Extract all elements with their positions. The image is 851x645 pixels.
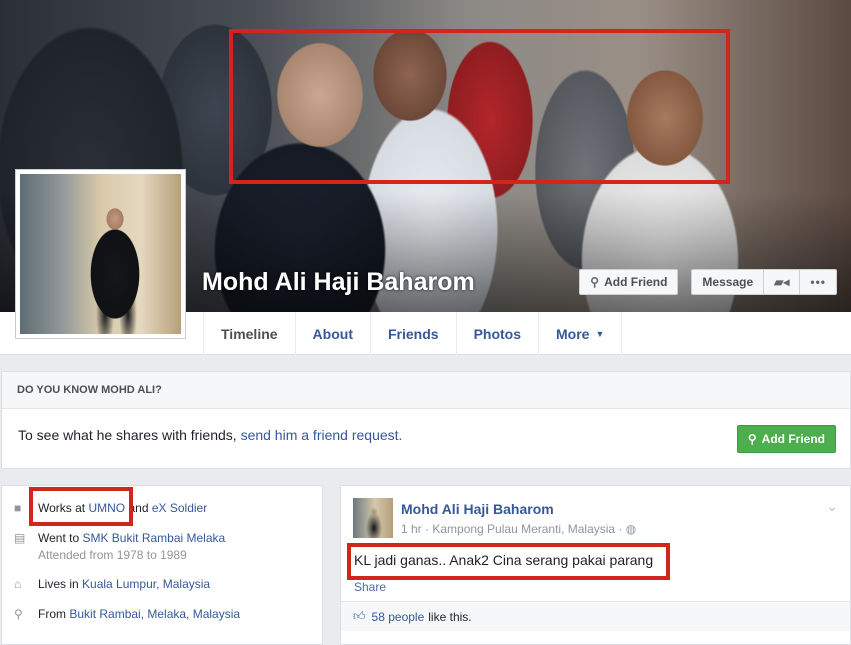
intro-education: ▤ Went to SMK Bukit Rambai Melaka Attend… — [14, 531, 225, 562]
do-you-know-card: DO YOU KNOW MOHD ALI? To see what he sha… — [1, 371, 851, 469]
tab-timeline[interactable]: Timeline — [203, 312, 296, 355]
tab-timeline-label: Timeline — [221, 325, 278, 342]
location-pin-icon: ⚲ — [14, 607, 23, 621]
tab-about-label: About — [312, 325, 353, 342]
post-avatar[interactable] — [353, 498, 393, 538]
from-link[interactable]: Bukit Rambai, Melaka, Malaysia — [69, 607, 240, 621]
chevron-down-icon[interactable]: ⌄ — [826, 498, 838, 515]
likes-suffix: like this. — [428, 609, 472, 624]
school-link[interactable]: SMK Bukit Rambai Melaka — [82, 531, 225, 545]
do-you-know-message: To see what he shares with friends, — [18, 427, 241, 443]
intro-lives-text: Lives in Kuala Lumpur, Malaysia — [38, 577, 210, 591]
tab-more[interactable]: More ▼ — [539, 312, 623, 355]
intro-from-text: From Bukit Rambai, Melaka, Malaysia — [38, 607, 240, 621]
video-call-button[interactable]: ▰◂ — [763, 269, 801, 295]
video-camera-icon: ▰◂ — [774, 275, 790, 289]
tab-friends[interactable]: Friends — [371, 312, 457, 355]
message-button[interactable]: Message — [691, 269, 765, 295]
tab-photos-label: Photos — [473, 325, 522, 342]
caret-down-icon: ▼ — [595, 328, 605, 339]
highlight-annotation-cover — [229, 29, 730, 184]
add-friend-green-label: Add Friend — [761, 432, 825, 446]
home-icon: ⌂ — [14, 577, 22, 591]
thumbs-up-icon: 👍︎ — [353, 609, 366, 623]
add-friend-label: Add Friend — [604, 275, 668, 289]
add-friend-green-button[interactable]: ⚲ Add Friend — [736, 425, 836, 453]
tab-about[interactable]: About — [296, 312, 371, 355]
intro-lives: ⌂ Lives in Kuala Lumpur, Malaysia — [14, 577, 210, 591]
do-you-know-header: DO YOU KNOW MOHD ALI? — [2, 372, 850, 409]
add-friend-icon: ⚲ — [590, 275, 600, 289]
intro-school-prefix: Went to — [38, 531, 83, 545]
intro-lives-prefix: Lives in — [38, 577, 83, 591]
do-you-know-text: To see what he shares with friends, send… — [18, 427, 402, 443]
nav-tabs: Timeline About Friends Photos More ▼ — [203, 312, 623, 355]
intro-from: ⚲ From Bukit Rambai, Melaka, Malaysia — [14, 607, 240, 621]
cover-actions: ⚲ Add Friend Message ▰◂ ••• — [579, 269, 837, 295]
do-you-know-body: To see what he shares with friends, send… — [2, 409, 850, 469]
tab-photos[interactable]: Photos — [457, 312, 540, 355]
more-dots-icon: ••• — [810, 275, 826, 289]
intro-school-attended: Attended from 1978 to 1989 — [38, 548, 187, 562]
profile-picture[interactable] — [15, 169, 186, 339]
message-button-group: Message ▰◂ ••• — [691, 269, 837, 295]
highlight-annotation-works — [29, 487, 133, 526]
post-likes-bar: 👍︎ 58 people like this. — [341, 601, 850, 631]
work-link-ex-soldier[interactable]: eX Soldier — [152, 501, 207, 515]
post-meta-text: 1 hr · Kampong Pulau Meranti, Malaysia · — [401, 522, 626, 536]
school-icon: ▤ — [14, 531, 26, 545]
post-meta: 1 hr · Kampong Pulau Meranti, Malaysia ·… — [401, 522, 636, 536]
intro-from-prefix: From — [38, 607, 70, 621]
post-author[interactable]: Mohd Ali Haji Baharom — [401, 501, 554, 517]
globe-icon: ◍ — [625, 522, 637, 536]
lives-link[interactable]: Kuala Lumpur, Malaysia — [82, 577, 210, 591]
more-options-button[interactable]: ••• — [799, 269, 837, 295]
highlight-annotation-post — [347, 543, 670, 580]
likes-count-link[interactable]: 58 people — [372, 610, 425, 624]
intro-education-text: Went to SMK Bukit Rambai Melaka Attended… — [38, 531, 225, 562]
profile-picture-image — [20, 174, 181, 334]
send-friend-request-link[interactable]: send him a friend request. — [241, 427, 403, 443]
profile-name[interactable]: Mohd Ali Haji Baharom — [202, 268, 475, 297]
add-friend-button[interactable]: ⚲ Add Friend — [579, 269, 679, 295]
tab-friends-label: Friends — [387, 325, 439, 342]
add-friend-icon: ⚲ — [747, 432, 757, 446]
tab-more-label: More — [556, 325, 590, 342]
message-label: Message — [702, 275, 754, 289]
share-link[interactable]: Share — [354, 580, 386, 594]
